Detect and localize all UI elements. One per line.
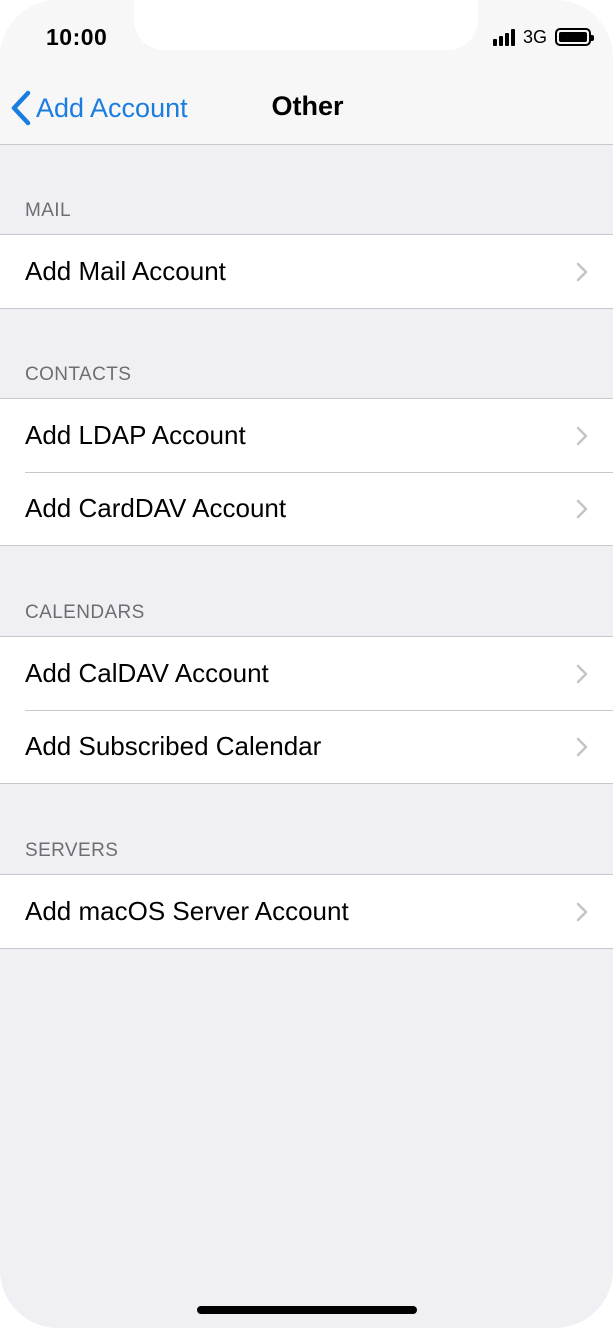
status-time: 10:00 [46,24,108,50]
add-mail-account-row[interactable]: Add Mail Account [0,235,613,308]
signal-icon [492,28,517,46]
phone-screen: 10:00 3G Add Account Other MAIL Add Mail… [0,0,613,1328]
row-label: Add macOS Server Account [25,896,349,926]
page-title: Other [271,91,344,121]
home-indicator[interactable] [197,1306,417,1314]
section-header-contacts: CONTACTS [25,364,132,385]
row-label: Add CardDAV Account [25,493,287,523]
chevron-right-icon [576,902,588,922]
chevron-right-icon [576,426,588,446]
group-mail: Add Mail Account [0,234,613,309]
row-label: Add CalDAV Account [25,658,269,688]
chevron-right-icon [576,499,588,519]
add-carddav-account-row[interactable]: Add CardDAV Account [0,472,613,545]
row-label: Add Subscribed Calendar [25,731,322,761]
row-label: Add LDAP Account [25,420,246,450]
status-indicators: 3G [492,26,594,47]
group-calendars: Add CalDAV Account Add Subscribed Calend… [0,636,613,784]
section-header-servers: SERVERS [25,840,119,861]
add-macos-server-account-row[interactable]: Add macOS Server Account [0,875,613,948]
network-type: 3G [522,26,547,47]
row-label: Add Mail Account [25,256,226,286]
add-caldav-account-row[interactable]: Add CalDAV Account [0,637,613,710]
chevron-right-icon [576,737,588,757]
notch [134,0,478,50]
section-header-mail: MAIL [25,200,71,221]
battery-icon [555,28,594,46]
chevron-right-icon [576,262,588,282]
add-subscribed-calendar-row[interactable]: Add Subscribed Calendar [0,710,613,783]
top-bar: 10:00 3G Add Account Other [0,0,613,145]
group-contacts: Add LDAP Account Add CardDAV Account [0,398,613,546]
chevron-right-icon [576,664,588,684]
add-ldap-account-row[interactable]: Add LDAP Account [0,399,613,472]
group-servers: Add macOS Server Account [0,874,613,949]
section-header-calendars: CALENDARS [25,602,145,623]
